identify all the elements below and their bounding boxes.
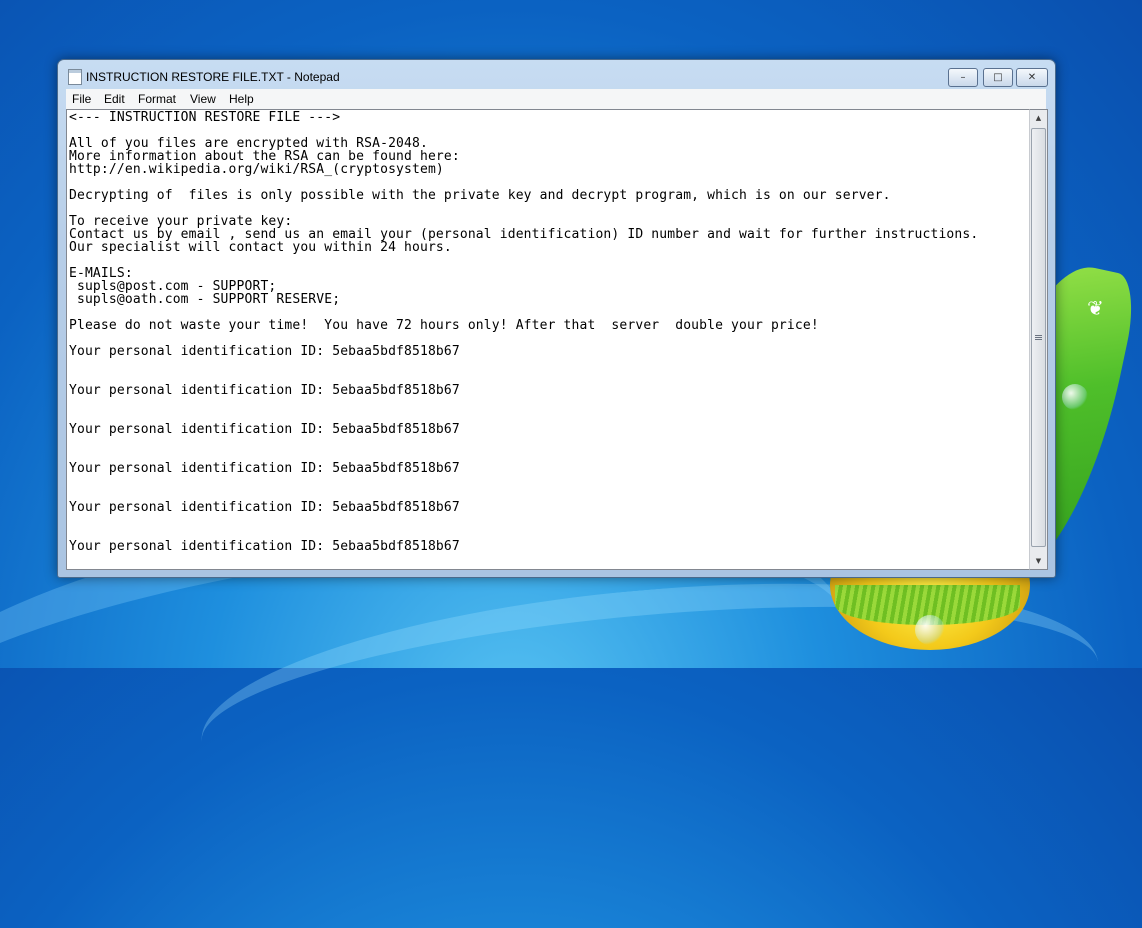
grip-icon (1035, 335, 1042, 341)
window-title: INSTRUCTION RESTORE FILE.TXT - Notepad (86, 70, 340, 84)
scroll-thumb[interactable] (1031, 128, 1046, 547)
wallpaper-orb (915, 615, 945, 645)
text-line: Your personal identification ID: 5ebaa5b… (69, 383, 460, 398)
text-line: Your personal identification ID: 5ebaa5b… (69, 344, 460, 359)
menu-edit[interactable]: Edit (104, 92, 125, 106)
text-line: Your personal identification ID: 5ebaa5b… (69, 500, 460, 515)
text-line: Your personal identification ID: 5ebaa5b… (69, 539, 460, 554)
title-bar[interactable]: INSTRUCTION RESTORE FILE.TXT - Notepad –… (58, 60, 1055, 90)
notepad-window: INSTRUCTION RESTORE FILE.TXT - Notepad –… (57, 59, 1056, 578)
text-line: supls@oath.com - SUPPORT RESERVE; (69, 292, 341, 307)
scroll-down-icon[interactable]: ▼ (1030, 553, 1047, 569)
text-line: Your personal identification ID: 5ebaa5b… (69, 422, 460, 437)
menu-format[interactable]: Format (138, 92, 176, 106)
notepad-icon (68, 69, 82, 85)
menu-bar: File Edit Format View Help (66, 89, 1046, 109)
text-line: Our specialist will contact you within 2… (69, 240, 452, 255)
text-line: Please do not waste your time! You have … (69, 318, 819, 333)
text-line (69, 358, 978, 371)
text-line: <--- INSTRUCTION RESTORE FILE ---> (69, 110, 341, 125)
text-line: http://en.wikipedia.org/wiki/RSA_(crypto… (69, 162, 444, 177)
maximize-button[interactable]: □ (983, 68, 1013, 87)
close-button[interactable]: ✕ (1016, 68, 1048, 87)
scroll-up-icon[interactable]: ▲ (1030, 110, 1047, 126)
vertical-scrollbar[interactable]: ▲ ▼ (1029, 109, 1048, 570)
text-line (69, 475, 978, 488)
text-line (69, 514, 978, 527)
text-line (69, 436, 978, 449)
wallpaper-orb (1062, 384, 1088, 410)
menu-file[interactable]: File (72, 92, 91, 106)
text-line: Decrypting of files is only possible wit… (69, 188, 891, 203)
menu-view[interactable]: View (190, 92, 216, 106)
butterfly-icon: ❦ (1087, 296, 1104, 320)
text-line: Your personal identification ID: 5ebaa5b… (69, 461, 460, 476)
document-text[interactable]: <--- INSTRUCTION RESTORE FILE ---> All o… (69, 111, 978, 553)
text-line (69, 254, 978, 267)
text-editor-area[interactable]: <--- INSTRUCTION RESTORE FILE ---> All o… (66, 109, 1030, 570)
menu-help[interactable]: Help (229, 92, 254, 106)
minimize-button[interactable]: – (948, 68, 978, 87)
text-line (69, 397, 978, 410)
